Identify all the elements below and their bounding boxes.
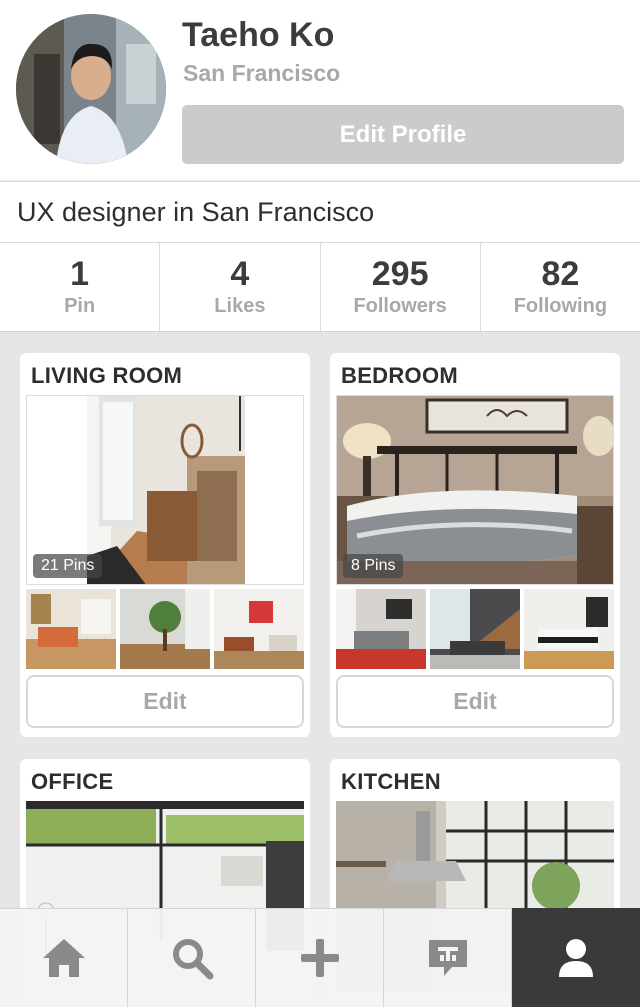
- board-pin-count: 8 Pins: [343, 554, 404, 578]
- board-thumbnail[interactable]: [336, 589, 426, 669]
- board-thumbnail[interactable]: [524, 589, 614, 669]
- stat-label: Followers: [353, 295, 447, 317]
- plus-icon: [300, 939, 339, 977]
- tab-home[interactable]: [0, 908, 128, 1007]
- profile-icon: [559, 938, 593, 977]
- edit-profile-button[interactable]: Edit Profile: [182, 105, 624, 164]
- profile-name: Taeho Ko: [182, 16, 335, 54]
- profile-header: Taeho Ko San Francisco Edit Profile: [0, 0, 640, 180]
- profile-location: San Francisco: [183, 60, 341, 86]
- stat-pins[interactable]: 1 Pin: [0, 243, 161, 331]
- board-title: KITCHEN: [341, 769, 441, 794]
- stat-count: 295: [371, 255, 429, 293]
- home-icon: [42, 939, 85, 977]
- tab-add[interactable]: [256, 908, 384, 1007]
- stat-followers[interactable]: 295 Followers: [321, 243, 481, 331]
- tab-news[interactable]: [384, 908, 512, 1007]
- news-icon: [428, 940, 467, 976]
- tab-profile[interactable]: [512, 908, 640, 1007]
- stat-following[interactable]: 82 Following: [481, 243, 640, 331]
- stat-count: 4: [230, 255, 250, 293]
- bio-text: UX designer in San Francisco: [17, 197, 375, 227]
- board-cover-image[interactable]: 8 Pins: [336, 395, 614, 585]
- board-edit-button[interactable]: Edit: [26, 675, 304, 728]
- board-pin-count: 21 Pins: [33, 554, 103, 578]
- stat-label: Pin: [64, 295, 96, 317]
- board-title: LIVING ROOM: [31, 363, 183, 388]
- board-title: OFFICE: [31, 769, 114, 794]
- stat-label: Likes: [214, 295, 266, 317]
- board-thumbnail[interactable]: [214, 589, 304, 669]
- search-icon: [172, 939, 213, 980]
- avatar[interactable]: [16, 14, 166, 164]
- profile-bio: UX designer in San Francisco: [0, 181, 640, 243]
- board-living-room[interactable]: LIVING ROOM 21 Pins Edit: [20, 353, 310, 737]
- stat-count: 1: [70, 255, 90, 293]
- board-thumbnail[interactable]: [430, 589, 520, 669]
- board-bedroom[interactable]: BEDROOM 8 Pins Edit: [330, 353, 620, 737]
- tab-bar: [0, 908, 640, 1007]
- stat-count: 82: [541, 255, 580, 293]
- board-edit-button[interactable]: Edit: [336, 675, 614, 728]
- board-thumbnail[interactable]: [120, 589, 210, 669]
- stat-label: Following: [513, 295, 608, 317]
- board-thumbnail[interactable]: [26, 589, 116, 669]
- board-cover-image[interactable]: 21 Pins: [26, 395, 304, 585]
- stats-bar: 1 Pin 4 Likes 295 Followers 82 Following: [0, 243, 640, 332]
- board-title: BEDROOM: [341, 363, 458, 388]
- tab-search[interactable]: [128, 908, 256, 1007]
- stat-likes[interactable]: 4 Likes: [160, 243, 321, 331]
